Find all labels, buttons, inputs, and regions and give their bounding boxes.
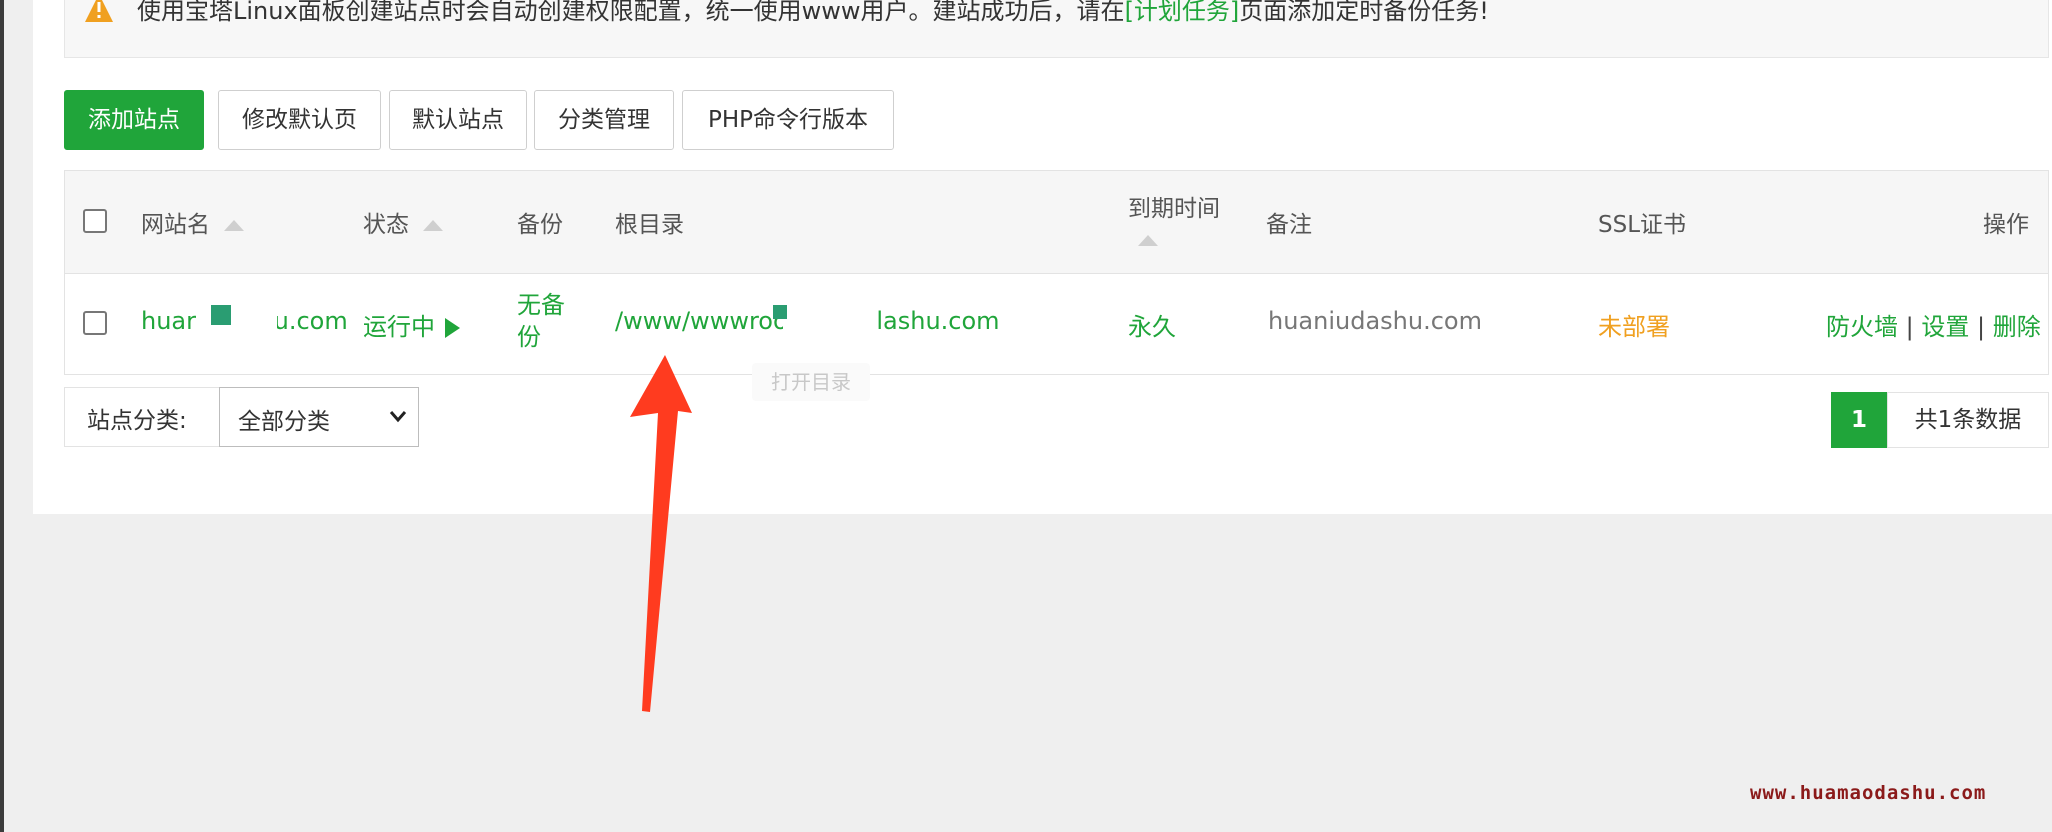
php-cli-version-button[interactable]: PHP命令行版本 — [682, 90, 894, 150]
row-checkbox[interactable] — [83, 311, 107, 335]
firewall-link[interactable]: 防火墙 — [1826, 313, 1898, 341]
settings-link[interactable]: 设置 — [1921, 313, 1969, 341]
pagination-total: 共1条数据 — [1887, 392, 2049, 448]
default-site-button[interactable]: 默认站点 — [389, 90, 527, 150]
left-edge-bar — [0, 0, 4, 832]
remark-text[interactable]: huaniudashu.com — [1268, 307, 1482, 335]
status-running-toggle[interactable]: 运行中 — [363, 307, 460, 342]
category-filter: 站点分类: 全部分类 — [64, 387, 419, 447]
row-actions: 防火墙 | 设置 | 删除 — [1826, 313, 2041, 341]
header-ssl: SSL证书 — [1598, 212, 1687, 238]
cron-task-link[interactable]: [计划任务] — [1125, 0, 1240, 25]
play-icon — [445, 318, 460, 338]
annotation-arrow-icon — [630, 355, 692, 712]
sort-asc-icon — [1138, 235, 1158, 246]
header-backup: 备份 — [517, 212, 563, 238]
sort-asc-icon — [224, 220, 244, 231]
expire-link[interactable]: 永久 — [1128, 307, 1176, 342]
table-header: 网站名 状态 备份 根目录 到期时间 备注 SSL证书 操作 — [65, 171, 2048, 274]
edit-default-page-button[interactable]: 修改默认页 — [218, 90, 381, 150]
header-actions: 操作 — [1983, 212, 2029, 238]
sort-asc-icon — [423, 220, 443, 231]
category-filter-label: 站点分类: — [87, 408, 187, 434]
delete-link[interactable]: 删除 — [1993, 313, 2041, 341]
warning-icon — [85, 0, 113, 26]
header-site-name[interactable]: 网站名 — [141, 205, 244, 239]
header-remark: 备注 — [1266, 212, 1312, 238]
header-expire[interactable]: 到期时间 — [1128, 189, 1220, 253]
redaction-marker — [773, 305, 787, 319]
header-root-dir: 根目录 — [615, 212, 684, 238]
chevron-down-icon — [388, 406, 408, 430]
select-all-checkbox[interactable] — [83, 209, 107, 233]
open-directory-tooltip: 打开目录 — [752, 363, 870, 401]
notice-banner: 使用宝塔Linux面板创建站点时会自动创建权限配置，统一使用www用户。建站成功… — [64, 0, 2049, 58]
ssl-status-link[interactable]: 未部署 — [1598, 307, 1670, 342]
page-button-current[interactable]: 1 — [1831, 392, 1887, 448]
category-manage-button[interactable]: 分类管理 — [534, 90, 674, 150]
notice-text: 使用宝塔Linux面板创建站点时会自动创建权限配置，统一使用www用户。建站成功… — [137, 0, 1489, 26]
backup-link[interactable]: 无备份 — [517, 289, 565, 353]
add-site-button[interactable]: 添加站点 — [64, 90, 204, 150]
redaction-mask — [783, 297, 853, 353]
header-status[interactable]: 状态 — [363, 205, 443, 239]
watermark: www.huamaodashu.com — [1750, 782, 1987, 804]
site-table: 网站名 状态 备份 根目录 到期时间 备注 SSL证书 操作 huar .u.co… — [64, 170, 2049, 375]
redaction-marker — [211, 305, 231, 325]
category-select-value: 全部分类 — [238, 409, 330, 435]
category-select[interactable]: 全部分类 — [219, 387, 419, 447]
